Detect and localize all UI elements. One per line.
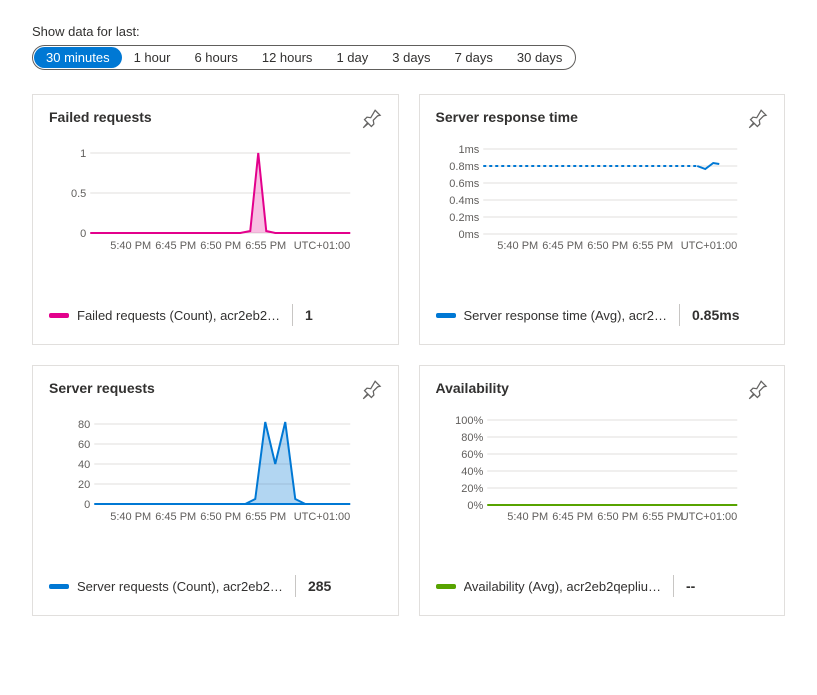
- time-pill-30min[interactable]: 30 minutes: [34, 47, 122, 68]
- svg-text:0.4ms: 0.4ms: [449, 195, 479, 207]
- card-failed-requests: Failed requests 1 0.5 0 5:40 PM 6:45 PM …: [32, 94, 399, 345]
- svg-text:5:40 PM: 5:40 PM: [110, 240, 151, 252]
- svg-text:6:45 PM: 6:45 PM: [542, 240, 583, 252]
- legend-swatch: [49, 313, 69, 318]
- time-pill-7days[interactable]: 7 days: [443, 47, 505, 68]
- svg-text:6:50 PM: 6:50 PM: [200, 511, 241, 523]
- time-pill-12hours[interactable]: 12 hours: [250, 47, 325, 68]
- chart-server-requests: 80 60 40 20 0 5:40 PM 6:45 PM 6:50 PM 6:…: [49, 404, 382, 544]
- svg-text:6:55 PM: 6:55 PM: [632, 240, 673, 252]
- legend-text: Availability (Avg), acr2eb2qepliu…: [464, 579, 662, 594]
- svg-text:0: 0: [80, 228, 86, 240]
- svg-text:5:40 PM: 5:40 PM: [497, 240, 538, 252]
- pin-icon[interactable]: [362, 380, 382, 400]
- legend: Server response time (Avg), acr2… 0.85ms: [436, 304, 769, 326]
- svg-text:6:55 PM: 6:55 PM: [642, 511, 683, 523]
- svg-text:60: 60: [78, 439, 90, 451]
- time-pill-1day[interactable]: 1 day: [324, 47, 380, 68]
- svg-text:20: 20: [78, 479, 90, 491]
- svg-text:40: 40: [78, 459, 90, 471]
- svg-text:6:45 PM: 6:45 PM: [155, 511, 196, 523]
- time-pill-6hours[interactable]: 6 hours: [182, 47, 249, 68]
- pin-icon[interactable]: [362, 109, 382, 129]
- legend: Server requests (Count), acr2eb2… 285: [49, 575, 382, 597]
- svg-text:40%: 40%: [461, 466, 483, 478]
- svg-text:1: 1: [80, 148, 86, 160]
- svg-text:20%: 20%: [461, 483, 483, 495]
- svg-text:6:50 PM: 6:50 PM: [597, 511, 638, 523]
- time-pill-3days[interactable]: 3 days: [380, 47, 442, 68]
- legend-swatch: [436, 584, 456, 589]
- card-title: Server requests: [49, 380, 155, 396]
- card-title: Failed requests: [49, 109, 152, 125]
- card-title: Server response time: [436, 109, 578, 125]
- time-range-label: Show data for last:: [32, 24, 785, 39]
- card-title: Availability: [436, 380, 509, 396]
- svg-text:0ms: 0ms: [458, 229, 479, 241]
- chart-failed-requests: 1 0.5 0 5:40 PM 6:45 PM 6:50 PM 6:55 PM …: [49, 133, 382, 273]
- legend-text: Server requests (Count), acr2eb2…: [77, 579, 283, 594]
- svg-text:0%: 0%: [467, 500, 483, 512]
- svg-text:0.6ms: 0.6ms: [449, 178, 479, 190]
- legend: Failed requests (Count), acr2eb2… 1: [49, 304, 382, 326]
- svg-text:0: 0: [84, 499, 90, 511]
- svg-text:UTC+01:00: UTC+01:00: [680, 240, 737, 252]
- time-pill-1hour[interactable]: 1 hour: [122, 47, 183, 68]
- chart-server-response-time: 1ms 0.8ms 0.6ms 0.4ms 0.2ms 0ms 5:40 PM …: [436, 133, 769, 273]
- svg-text:UTC+01:00: UTC+01:00: [294, 240, 351, 252]
- svg-text:5:40 PM: 5:40 PM: [507, 511, 548, 523]
- legend-swatch: [436, 313, 456, 318]
- card-server-response-time: Server response time 1ms 0.8ms 0.6ms 0.4…: [419, 94, 786, 345]
- card-server-requests: Server requests 80 60 40 20 0 5:40 PM 6:…: [32, 365, 399, 616]
- svg-text:6:50 PM: 6:50 PM: [200, 240, 241, 252]
- svg-text:6:45 PM: 6:45 PM: [155, 240, 196, 252]
- svg-text:0.8ms: 0.8ms: [449, 161, 479, 173]
- svg-text:6:55 PM: 6:55 PM: [245, 511, 286, 523]
- svg-text:UTC+01:00: UTC+01:00: [294, 511, 351, 523]
- pin-icon[interactable]: [748, 109, 768, 129]
- card-availability: Availability 100% 80% 60% 40% 20% 0% 5:4…: [419, 365, 786, 616]
- svg-text:1ms: 1ms: [458, 144, 479, 156]
- legend-text: Server response time (Avg), acr2…: [464, 308, 668, 323]
- svg-text:6:55 PM: 6:55 PM: [245, 240, 286, 252]
- time-range-selector: 30 minutes 1 hour 6 hours 12 hours 1 day…: [32, 45, 576, 70]
- legend-text: Failed requests (Count), acr2eb2…: [77, 308, 280, 323]
- legend-value: 0.85ms: [692, 307, 739, 323]
- legend: Availability (Avg), acr2eb2qepliu… --: [436, 575, 769, 597]
- time-pill-30days[interactable]: 30 days: [505, 47, 575, 68]
- svg-text:100%: 100%: [455, 415, 483, 427]
- svg-text:UTC+01:00: UTC+01:00: [680, 511, 737, 523]
- svg-text:0.2ms: 0.2ms: [449, 212, 479, 224]
- pin-icon[interactable]: [748, 380, 768, 400]
- legend-swatch: [49, 584, 69, 589]
- svg-text:6:50 PM: 6:50 PM: [587, 240, 628, 252]
- svg-text:60%: 60%: [461, 449, 483, 461]
- svg-text:6:45 PM: 6:45 PM: [552, 511, 593, 523]
- svg-text:5:40 PM: 5:40 PM: [110, 511, 151, 523]
- legend-value: 1: [305, 307, 313, 323]
- svg-text:80: 80: [78, 419, 90, 431]
- chart-availability: 100% 80% 60% 40% 20% 0% 5:40 PM 6:45 PM …: [436, 404, 769, 544]
- legend-value: 285: [308, 578, 331, 594]
- svg-text:0.5: 0.5: [71, 188, 86, 200]
- legend-value: --: [686, 578, 695, 594]
- svg-text:80%: 80%: [461, 432, 483, 444]
